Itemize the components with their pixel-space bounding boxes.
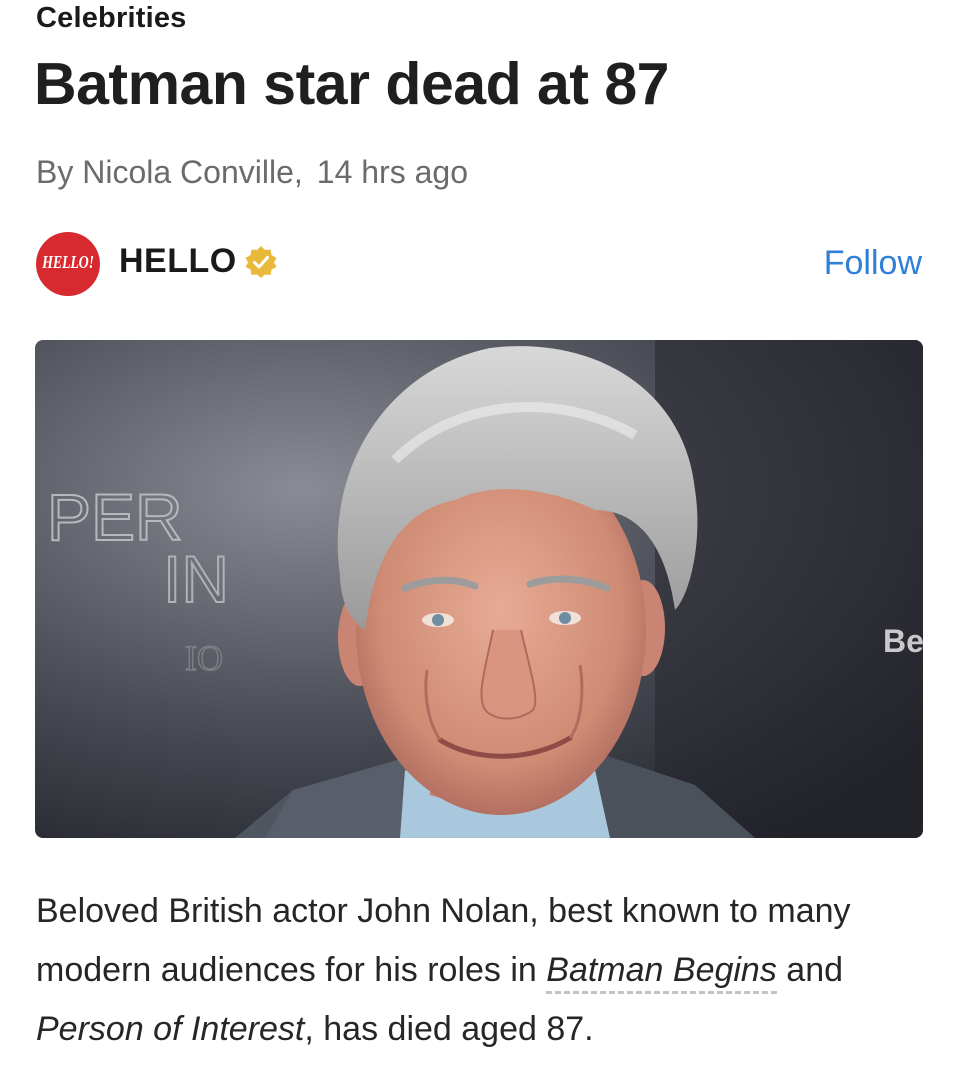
publisher-logo-text: HELLO! [42, 253, 94, 274]
batman-begins-link[interactable]: Batman Begins [546, 951, 777, 994]
byline-time: 14 hrs ago [316, 154, 468, 190]
body-text-segment: , has died aged 87. [304, 1010, 594, 1048]
article-body-paragraph: Beloved British actor John Nolan, best k… [36, 882, 916, 1059]
body-text-segment: and [776, 951, 844, 989]
hero-image[interactable]: PER IN IO Be [35, 340, 923, 838]
publisher-logo[interactable]: HELLO! [36, 232, 100, 296]
backdrop-text-2: IN [163, 542, 229, 616]
article-headline: Batman star dead at 87 [34, 51, 669, 117]
hero-photo: PER IN IO Be [35, 340, 923, 838]
publisher-name[interactable]: HELLO [119, 242, 237, 281]
byline: By Nicola Conville, 14 hrs ago [36, 154, 468, 191]
publisher-row: HELLO! HELLO Follow [36, 232, 922, 296]
backdrop-text-3: IO [185, 638, 223, 678]
backdrop-text-right: Be [883, 623, 923, 659]
byline-author: By Nicola Conville, [36, 154, 303, 190]
follow-button[interactable]: Follow [824, 244, 922, 283]
article-page: Celebrities Batman star dead at 87 By Ni… [0, 0, 958, 1080]
person-of-interest-title: Person of Interest [36, 1010, 305, 1048]
category-label[interactable]: Celebrities [36, 2, 187, 35]
verified-badge-icon [245, 246, 277, 278]
